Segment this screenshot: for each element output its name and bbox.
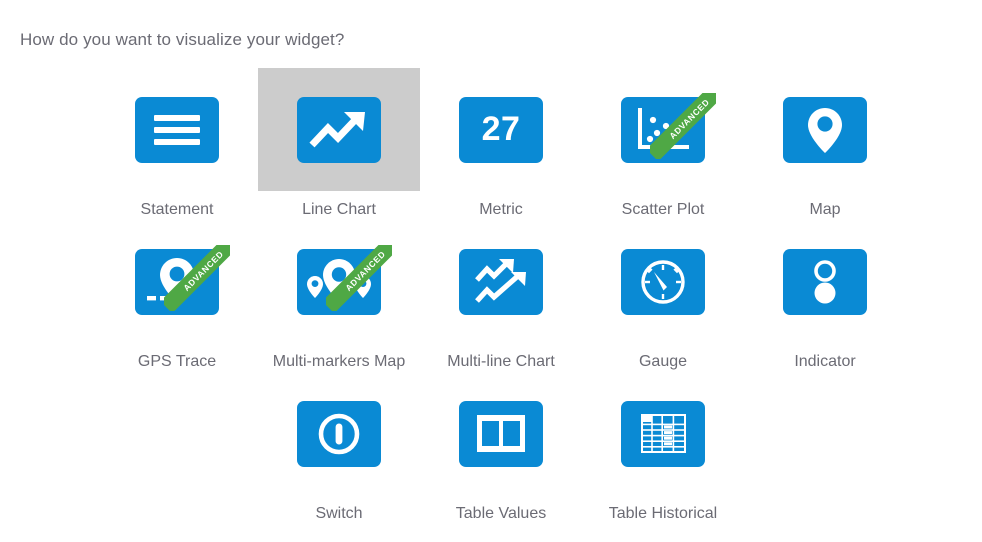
- widget-visualization-picker: How do you want to visualize your widget…: [0, 0, 982, 542]
- icon-container: 27: [420, 68, 582, 191]
- scatter-plot-icon: ADVANCED: [621, 92, 716, 163]
- widget-option-statement[interactable]: Statement: [96, 68, 258, 220]
- gauge-icon: [621, 248, 705, 315]
- widget-option-label: Indicator: [794, 353, 856, 370]
- widget-option-scatter-plot[interactable]: ADVANCED Scatter Plot: [582, 68, 744, 220]
- icon-container: ADVANCED: [96, 220, 258, 343]
- widget-option-table-values[interactable]: Table Values: [420, 372, 582, 524]
- widget-option-metric[interactable]: 27 Metric: [420, 68, 582, 220]
- widget-option-label: Map: [809, 201, 841, 218]
- widget-option-label: GPS Trace: [137, 353, 217, 370]
- widget-option-gauge[interactable]: Gauge: [582, 220, 744, 372]
- widget-option-switch[interactable]: Switch: [258, 372, 420, 524]
- widget-option-label: Multi-markers Map: [272, 353, 406, 370]
- widget-type-row: Switch Table Values Table Historical: [258, 372, 906, 524]
- widget-option-label: Statement: [140, 201, 214, 218]
- multi-line-chart-icon: [459, 248, 543, 315]
- metric-value: 27: [481, 110, 521, 148]
- icon-container: ADVANCED: [258, 220, 420, 343]
- icon-container: [258, 372, 420, 495]
- widget-option-label: Gauge: [638, 353, 688, 370]
- widget-option-label: Scatter Plot: [621, 201, 705, 218]
- widget-option-label: Switch: [315, 505, 363, 522]
- icon-container: [96, 68, 258, 191]
- multi-markers-map-icon: ADVANCED: [297, 244, 392, 315]
- widget-option-label: Metric: [479, 201, 523, 218]
- statement-icon: [135, 96, 219, 163]
- widget-option-multi-markers-map[interactable]: ADVANCED Multi-markers Map: [258, 220, 420, 372]
- page-title: How do you want to visualize your widget…: [20, 30, 345, 49]
- metric-icon: 27: [459, 96, 543, 163]
- icon-container: [582, 220, 744, 343]
- widget-option-gps-trace[interactable]: ADVANCED GPS Trace: [96, 220, 258, 372]
- widget-option-indicator[interactable]: Indicator: [744, 220, 906, 372]
- icon-container: [744, 68, 906, 191]
- table-values-icon: [459, 400, 543, 467]
- icon-container: [744, 220, 906, 343]
- widget-type-grid: Statement Line Chart 27 Metric ADVANCED …: [96, 68, 906, 524]
- table-historical-icon: [621, 400, 705, 467]
- widget-option-line-chart[interactable]: Line Chart: [258, 68, 420, 220]
- switch-icon: [297, 400, 381, 467]
- widget-type-row: ADVANCED GPS Trace ADVANCED Multi-marker…: [96, 220, 906, 372]
- widget-option-table-historical[interactable]: Table Historical: [582, 372, 744, 524]
- icon-container: [420, 220, 582, 343]
- widget-option-label: Line Chart: [302, 201, 376, 218]
- icon-container: [582, 372, 744, 495]
- icon-container-selected: [258, 68, 420, 191]
- widget-option-label: Table Values: [455, 505, 547, 522]
- gps-trace-icon: ADVANCED: [135, 244, 230, 315]
- indicator-icon: [783, 248, 867, 315]
- widget-option-label: Multi-line Chart: [447, 353, 555, 370]
- widget-type-row: Statement Line Chart 27 Metric ADVANCED …: [96, 68, 906, 220]
- icon-container: ADVANCED: [582, 68, 744, 191]
- line-chart-icon: [297, 96, 381, 163]
- widget-option-map[interactable]: Map: [744, 68, 906, 220]
- widget-option-label: Table Historical: [608, 505, 718, 522]
- icon-container: [420, 372, 582, 495]
- widget-option-multi-line-chart[interactable]: Multi-line Chart: [420, 220, 582, 372]
- map-pin-icon: [783, 96, 867, 163]
